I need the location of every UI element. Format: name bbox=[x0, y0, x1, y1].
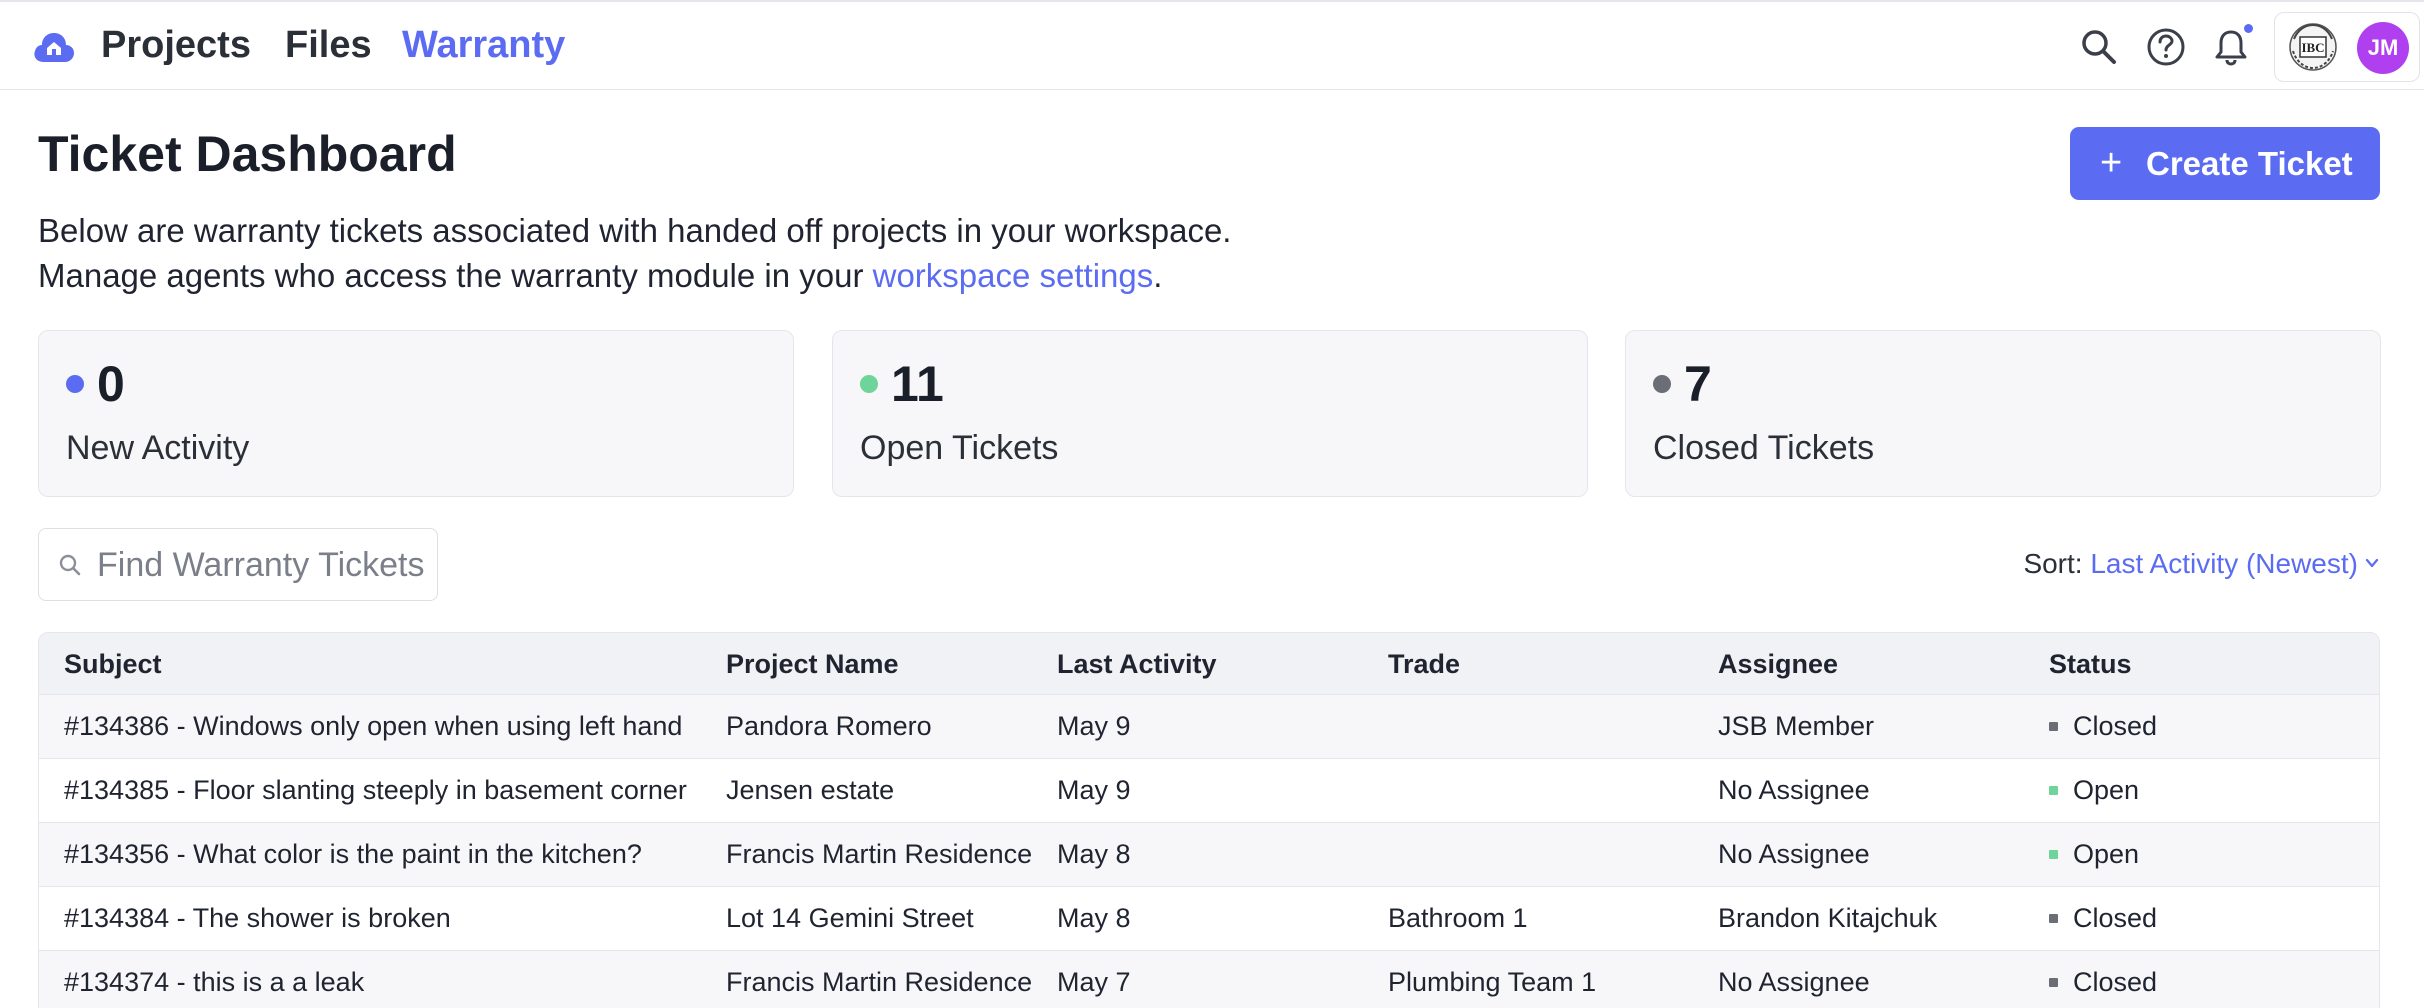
cell-subject: #134374 - this is a a leak bbox=[64, 967, 365, 997]
cell-last-activity: May 9 bbox=[1057, 711, 1131, 741]
nav-warranty[interactable]: Warranty bbox=[402, 22, 565, 68]
table-row[interactable]: #134374 - this is a a leak Francis Marti… bbox=[39, 951, 2379, 1008]
search-icon[interactable] bbox=[2078, 26, 2120, 68]
column-header-last-activity[interactable]: Last Activity bbox=[1057, 633, 1217, 695]
help-circle-icon[interactable] bbox=[2145, 26, 2187, 68]
cell-subject: #134385 - Floor slanting steeply in base… bbox=[64, 775, 687, 805]
user-avatar[interactable]: JM bbox=[2357, 22, 2409, 74]
cell-assignee: No Assignee bbox=[1718, 967, 1870, 997]
cell-trade: Bathroom 1 bbox=[1388, 903, 1528, 933]
plus-icon: + bbox=[2100, 142, 2123, 184]
column-header-trade[interactable]: Trade bbox=[1388, 633, 1460, 695]
status-closed-indicator bbox=[2049, 914, 2058, 923]
cell-trade: Plumbing Team 1 bbox=[1388, 967, 1597, 997]
page-title: Ticket Dashboard bbox=[38, 126, 457, 182]
nav-projects[interactable]: Projects bbox=[101, 22, 251, 68]
stat-value: 0 bbox=[97, 356, 125, 412]
create-ticket-button[interactable]: + Create Ticket bbox=[2070, 127, 2380, 200]
table-row[interactable]: #134386 - Windows only open when using l… bbox=[39, 695, 2379, 759]
cell-project: Francis Martin Residence bbox=[726, 967, 1033, 997]
cell-last-activity: May 9 bbox=[1057, 775, 1131, 805]
description-suffix: . bbox=[1153, 257, 1163, 294]
table-row[interactable]: #134385 - Floor slanting steeply in base… bbox=[39, 759, 2379, 823]
workspace-settings-link[interactable]: workspace settings bbox=[873, 257, 1154, 294]
cell-last-activity: May 8 bbox=[1057, 903, 1131, 933]
description-line-2: Manage agents who access the warranty mo… bbox=[38, 255, 1162, 297]
sort-dropdown[interactable]: Last Activity (Newest) bbox=[2090, 548, 2358, 579]
open-tickets-dot bbox=[860, 375, 878, 393]
description-prefix: Manage agents who access the warranty mo… bbox=[38, 257, 873, 294]
status-text: Closed bbox=[2073, 967, 2158, 997]
cell-assignee: No Assignee bbox=[1718, 839, 1870, 869]
stat-value: 11 bbox=[891, 356, 944, 412]
stat-card-new-activity[interactable]: 0 New Activity bbox=[38, 330, 794, 497]
stat-label: Closed Tickets bbox=[1653, 429, 1875, 467]
status-open-indicator bbox=[2049, 850, 2058, 859]
column-header-assignee[interactable]: Assignee bbox=[1718, 633, 1838, 695]
cell-assignee: JSB Member bbox=[1718, 711, 1875, 741]
home-cloud-logo-icon[interactable] bbox=[30, 22, 78, 70]
chevron-down-icon[interactable] bbox=[2364, 555, 2380, 571]
search-box[interactable] bbox=[38, 528, 438, 601]
column-header-status[interactable]: Status bbox=[2049, 633, 2132, 695]
status-text: Open bbox=[2073, 775, 2140, 805]
status-closed-indicator bbox=[2049, 978, 2058, 987]
cell-subject: #134384 - The shower is broken bbox=[64, 903, 451, 933]
status-closed-indicator bbox=[2049, 722, 2058, 731]
notification-dot bbox=[2244, 24, 2253, 33]
stat-label: New Activity bbox=[66, 429, 250, 467]
svg-text:IBC: IBC bbox=[2301, 40, 2324, 55]
table-row[interactable]: #134356 - What color is the paint in the… bbox=[39, 823, 2379, 887]
cell-subject: #134386 - Windows only open when using l… bbox=[64, 711, 683, 741]
status-text: Closed bbox=[2073, 711, 2158, 741]
stat-value: 7 bbox=[1684, 356, 1712, 412]
stat-card-closed-tickets[interactable]: 7 Closed Tickets bbox=[1625, 330, 2381, 497]
table-row[interactable]: #134384 - The shower is broken Lot 14 Ge… bbox=[39, 887, 2379, 951]
company-logo-icon[interactable]: IBC bbox=[2286, 21, 2340, 73]
cell-project: Lot 14 Gemini Street bbox=[726, 903, 974, 933]
status-text: Open bbox=[2073, 839, 2140, 869]
cell-project: Francis Martin Residence bbox=[726, 839, 1033, 869]
closed-tickets-dot bbox=[1653, 375, 1671, 393]
description-line-1: Below are warranty tickets associated wi… bbox=[38, 212, 1232, 249]
status-open-indicator bbox=[2049, 786, 2058, 795]
cell-subject: #134356 - What color is the paint in the… bbox=[64, 839, 642, 869]
cell-last-activity: May 8 bbox=[1057, 839, 1131, 869]
stat-card-open-tickets[interactable]: 11 Open Tickets bbox=[832, 330, 1588, 497]
top-navigation-bar: Projects Files Warranty IBC JM bbox=[0, 0, 2424, 90]
sort-control[interactable]: Sort: Last Activity (Newest) bbox=[2023, 544, 2380, 584]
search-input[interactable] bbox=[97, 543, 427, 587]
create-ticket-label: Create Ticket bbox=[2146, 145, 2353, 182]
cell-last-activity: May 7 bbox=[1057, 967, 1131, 997]
column-header-subject[interactable]: Subject bbox=[64, 633, 162, 695]
tickets-table: Subject Project Name Last Activity Trade… bbox=[38, 632, 2380, 1008]
cell-project: Pandora Romero bbox=[726, 711, 932, 741]
table-header: Subject Project Name Last Activity Trade… bbox=[39, 633, 2379, 695]
nav-files[interactable]: Files bbox=[285, 22, 372, 68]
magnifier-icon bbox=[59, 554, 81, 576]
new-activity-dot bbox=[66, 375, 84, 393]
cell-assignee: No Assignee bbox=[1718, 775, 1870, 805]
sort-label: Sort: bbox=[2023, 548, 2091, 579]
cell-assignee: Brandon Kitajchuk bbox=[1718, 903, 1938, 933]
cell-project: Jensen estate bbox=[726, 775, 895, 805]
stat-label: Open Tickets bbox=[860, 429, 1059, 467]
status-text: Closed bbox=[2073, 903, 2158, 933]
column-header-project[interactable]: Project Name bbox=[726, 633, 899, 695]
